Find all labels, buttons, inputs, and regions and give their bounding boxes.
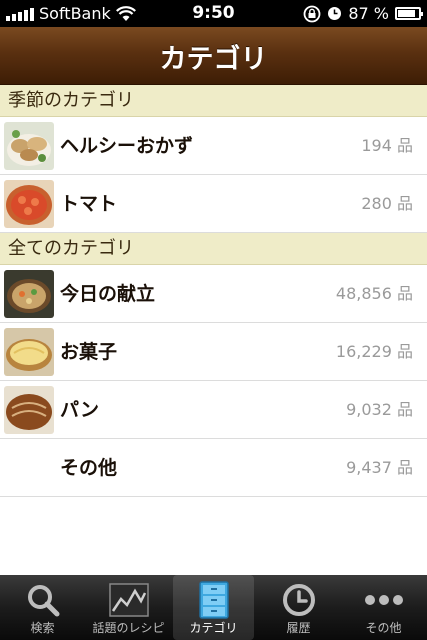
recipe-count: 16,229 品 xyxy=(335,342,413,361)
status-bar: SoftBank 9:50 87 % xyxy=(0,0,427,27)
list-item-tomato[interactable]: トマト 280 品 xyxy=(0,175,427,233)
tab-bar: 検索 話題のレシピ カテゴリ 履歴 その他 xyxy=(0,575,427,640)
list-item-other[interactable]: その他 9,437 品 xyxy=(0,439,427,497)
tab-label: 履歴 xyxy=(286,621,311,635)
battery-percent: 87 % xyxy=(348,4,389,23)
rotation-lock-icon xyxy=(303,5,321,22)
recipe-count: 48,856 品 xyxy=(335,284,413,303)
bread-thumbnail xyxy=(4,386,54,434)
list-item-label: その他 xyxy=(60,457,118,479)
list-item-sweets[interactable]: お菓子 16,229 品 xyxy=(0,323,427,381)
status-right: 87 % xyxy=(303,4,423,23)
tab-label: カテゴリ xyxy=(189,621,238,635)
tomato-tart-thumbnail xyxy=(4,180,54,228)
battery-level-fill xyxy=(398,10,415,17)
list-item-todays-menu[interactable]: 今日の献立 48,856 品 xyxy=(0,265,427,323)
list-item-label: お菓子 xyxy=(60,341,118,363)
recipe-count: 9,032 品 xyxy=(346,400,413,419)
tab-category[interactable]: カテゴリ xyxy=(173,575,254,640)
list-item-label: パン xyxy=(60,399,99,421)
search-icon xyxy=(27,585,59,617)
healthy-dish-thumbnail xyxy=(4,122,54,170)
trending-chart-icon xyxy=(108,583,149,617)
tab-label: 話題のレシピ xyxy=(92,621,165,635)
recipe-count: 9,437 品 xyxy=(346,458,413,477)
tab-label: その他 xyxy=(365,621,402,635)
tab-history[interactable]: 履歴 xyxy=(258,575,339,640)
section-header-all: 全てのカテゴリ xyxy=(0,233,427,265)
recipe-count: 280 品 xyxy=(361,194,413,213)
tab-trending-recipes[interactable]: 話題のレシピ xyxy=(88,575,169,640)
pie-thumbnail xyxy=(4,328,54,376)
tab-search[interactable]: 検索 xyxy=(2,575,83,640)
clock-icon xyxy=(282,584,315,616)
list-item-label: ヘルシーおかず xyxy=(60,135,194,157)
alarm-clock-icon xyxy=(328,7,342,20)
recipe-count: 194 品 xyxy=(361,136,413,155)
list-item-label: 今日の献立 xyxy=(60,283,156,305)
tab-label: 検索 xyxy=(30,621,55,635)
more-dots-icon xyxy=(364,595,403,605)
list-item-bread[interactable]: パン 9,032 品 xyxy=(0,381,427,439)
page-title: カテゴリ xyxy=(159,44,268,75)
tab-more[interactable]: その他 xyxy=(343,575,424,640)
battery-icon xyxy=(395,7,423,20)
list-item-healthy-dishes[interactable]: ヘルシーおかず 194 品 xyxy=(0,117,427,175)
navigation-bar: カテゴリ xyxy=(0,27,427,85)
list-item-label: トマト xyxy=(60,193,118,215)
cabinet-icon xyxy=(198,581,229,619)
section-header-seasonal: 季節のカテゴリ xyxy=(0,85,427,117)
soup-thumbnail xyxy=(4,270,54,318)
category-list: 季節のカテゴリ ヘルシーおかず 194 品 トマト 280 品 全てのカテゴリ … xyxy=(0,85,427,575)
